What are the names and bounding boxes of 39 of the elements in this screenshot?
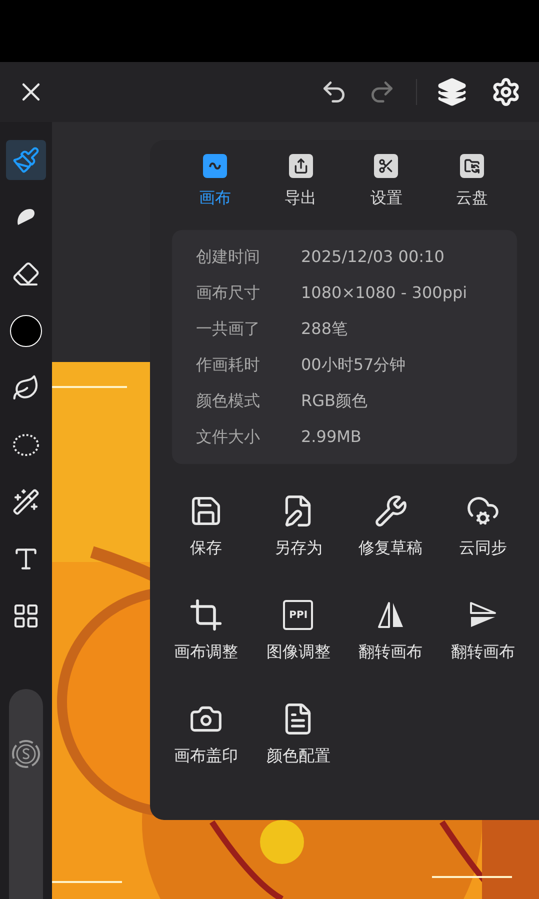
grid-icon <box>12 602 40 630</box>
info-value: RGB颜色 <box>301 390 368 412</box>
menu-tab[interactable]: 画布 <box>198 154 231 210</box>
menu-action[interactable]: 画布调整 <box>160 598 252 664</box>
info-label: 一共画了 <box>196 318 261 340</box>
wrench-icon <box>374 494 408 528</box>
menu-action[interactable]: 修复草稿 <box>344 494 437 560</box>
ppi-icon: PPI <box>283 600 314 630</box>
eraser-icon <box>12 260 40 288</box>
export-icon <box>288 154 313 178</box>
info-label: 颜色模式 <box>196 390 261 412</box>
magic-wand-icon <box>12 488 40 516</box>
menu-tab[interactable]: 云盘 <box>456 154 488 210</box>
s-circle-icon <box>11 739 41 769</box>
settings-icon <box>491 77 521 107</box>
info-label: 作画耗时 <box>196 354 261 376</box>
menu-tab[interactable]: 导出 <box>284 154 317 210</box>
crop-icon <box>189 598 224 632</box>
info-value: 00小时57分钟 <box>301 354 406 376</box>
info-label: 画布尺寸 <box>196 282 261 304</box>
menu-action[interactable]: 翻转画布 <box>344 598 437 664</box>
info-label: 创建时间 <box>196 246 261 268</box>
lasso-icon <box>11 431 41 459</box>
info-value: 2025/12/03 00:10 <box>301 246 444 268</box>
brush-icon <box>12 146 40 174</box>
menu-action[interactable]: PPI 图像调整 <box>252 598 344 664</box>
menu-action[interactable]: 颜色配置 <box>252 702 344 768</box>
info-value: 288笔 <box>301 318 348 340</box>
menu-action[interactable]: 云同步 <box>436 494 529 560</box>
menu-action[interactable]: 翻转画布 <box>436 598 529 664</box>
menu-action[interactable]: 保存 <box>160 494 252 560</box>
info-value: 1080×1080 - 300ppi <box>301 282 468 304</box>
info-value: 2.99MB <box>301 426 362 448</box>
layers-icon <box>437 77 467 107</box>
menu-action[interactable]: 另存为 <box>252 494 344 560</box>
menu-action[interactable]: 画布盖印 <box>160 702 252 768</box>
info-label: 文件大小 <box>196 426 261 448</box>
leaf-icon <box>12 374 40 402</box>
menu-tab[interactable]: 设置 <box>370 154 402 210</box>
